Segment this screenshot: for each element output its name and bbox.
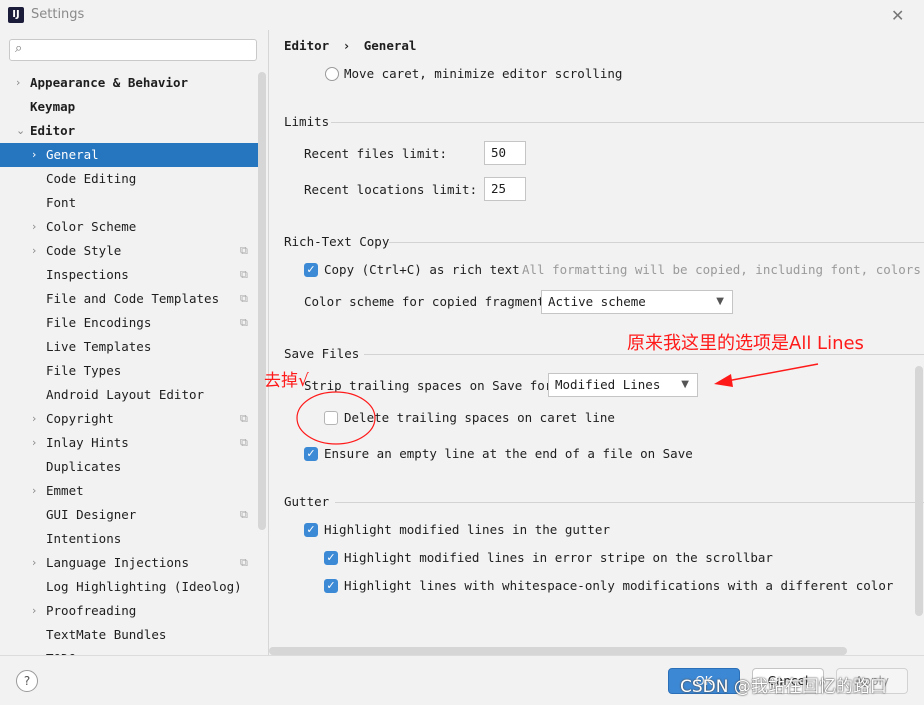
annotation-arrow-head (714, 374, 733, 387)
annotation-arrow-line (726, 363, 819, 382)
csdn-watermark: CSDN @我站在回忆的路口 (680, 677, 887, 697)
annotation-circle (296, 391, 376, 445)
annotation-overlay (296, 363, 819, 445)
help-icon[interactable]: ? (16, 670, 38, 692)
